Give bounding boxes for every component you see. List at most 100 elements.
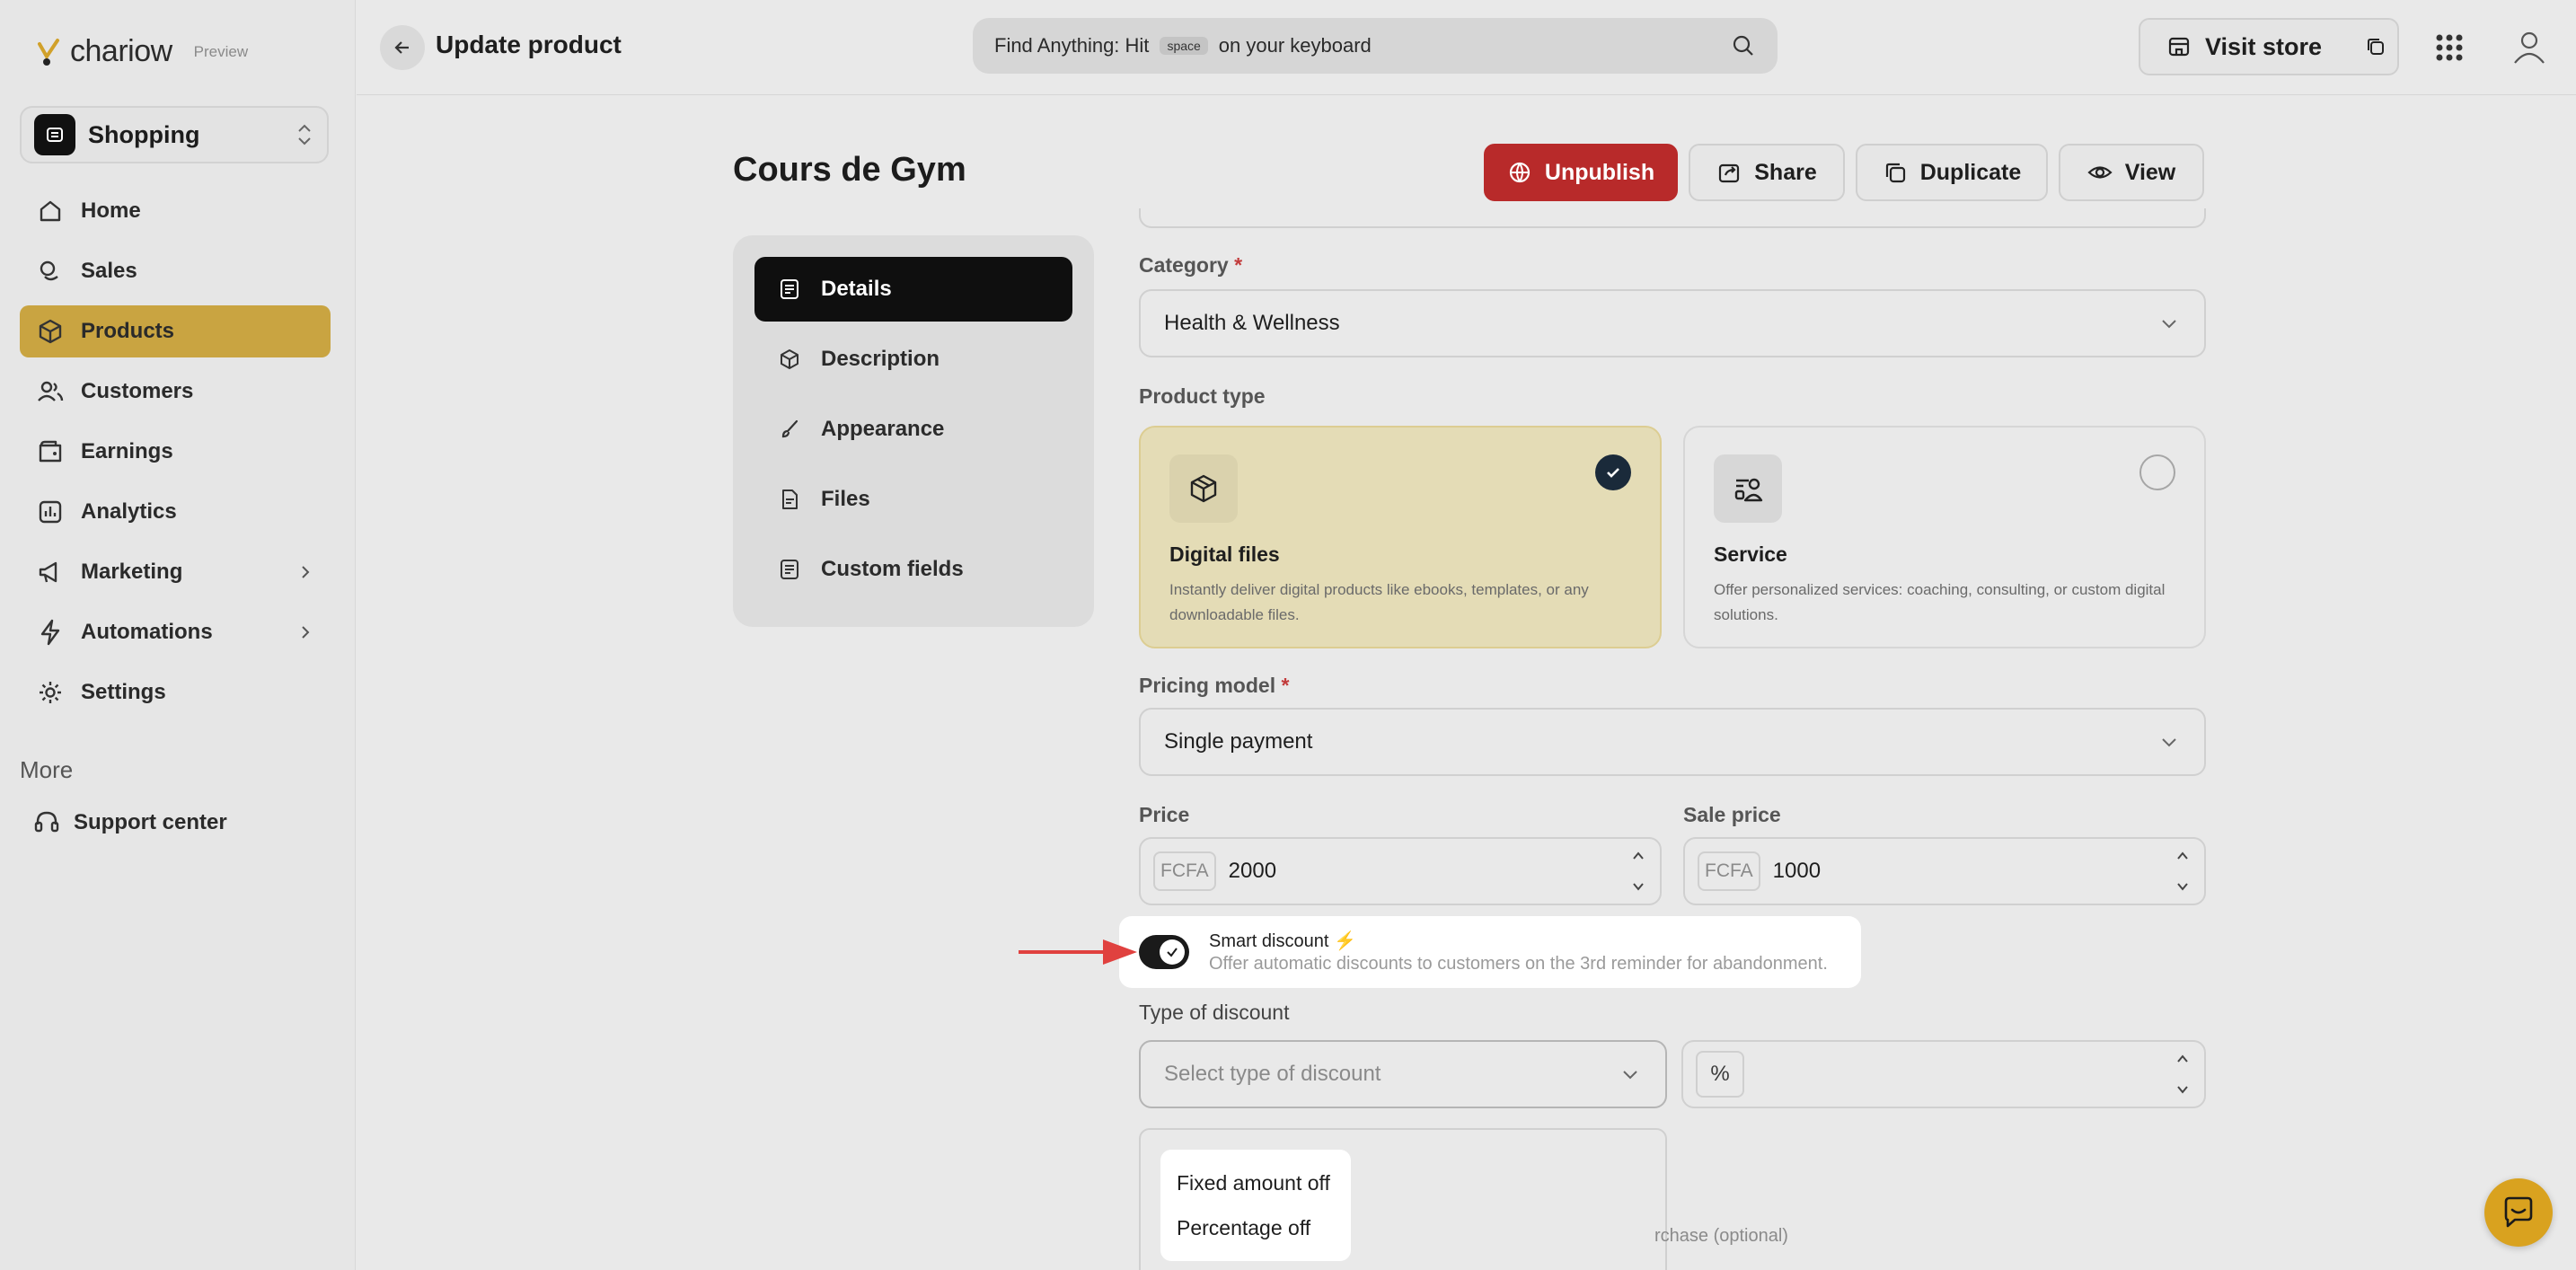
previous-field-edge (1139, 208, 2206, 228)
tab-description[interactable]: Description (754, 327, 1072, 392)
store-switcher[interactable]: Shopping (20, 106, 329, 163)
chart-icon (39, 500, 62, 524)
discount-amount-input[interactable]: % (1681, 1040, 2206, 1108)
sidebar-item-products[interactable]: Products (20, 305, 331, 357)
copy-icon (2368, 39, 2384, 55)
megaphone-icon (39, 561, 57, 583)
globe-off-icon (1509, 162, 1530, 183)
menu-option-percentage-off[interactable]: Percentage off (1160, 1205, 1351, 1250)
unpublish-button[interactable]: Unpublish (1484, 144, 1678, 201)
sidebar-item-label: Sales (81, 259, 137, 283)
sidebar-item-analytics[interactable]: Analytics (20, 486, 331, 538)
chevron-up-icon[interactable] (1629, 850, 1647, 862)
search-shortcut-key: space (1160, 37, 1208, 55)
sidebar-item-label: Marketing (81, 560, 183, 584)
eye-icon (2087, 166, 2113, 179)
sidebar-item-label: Settings (81, 680, 166, 704)
chevron-down-icon[interactable] (2174, 880, 2192, 893)
tab-label: Description (821, 347, 940, 371)
pricing-model-select[interactable]: Single payment (1139, 708, 2206, 776)
product-type-service[interactable]: Service Offer personalized services: coa… (1683, 426, 2206, 648)
discount-type-placeholder: Select type of discount (1164, 1062, 1381, 1086)
search-icon[interactable] (1731, 33, 1756, 58)
product-tabs: Details Description Appearance Files Cus… (733, 235, 1094, 627)
form-icon (781, 560, 798, 579)
box-icon (781, 349, 798, 369)
page-heading: Update product (436, 31, 622, 58)
tab-custom-fields[interactable]: Custom fields (754, 537, 1072, 602)
chevron-up-icon[interactable] (2174, 1053, 2192, 1065)
menu-option-fixed-amount-off[interactable]: Fixed amount off (1160, 1160, 1351, 1205)
sale-price-value: 1000 (1772, 859, 1822, 883)
sidebar-item-settings[interactable]: Settings (20, 666, 331, 719)
view-label: View (2124, 159, 2176, 185)
search-bar[interactable]: Find Anything: Hit space on your keyboar… (973, 18, 1778, 74)
discount-type-select[interactable]: Select type of discount (1139, 1040, 1667, 1108)
price-value: 2000 (1228, 859, 1277, 883)
sidebar-item-home[interactable]: Home (20, 185, 331, 237)
pricing-model-value: Single payment (1164, 729, 1313, 754)
chevron-down-icon[interactable] (1629, 880, 1647, 893)
user-avatar-button[interactable] (2504, 22, 2554, 72)
sidebar-item-marketing[interactable]: Marketing (20, 546, 331, 598)
toggle-knob (1160, 939, 1185, 965)
support-center-link[interactable]: Support center (32, 808, 227, 837)
category-select[interactable]: Health & Wellness (1139, 289, 2206, 357)
tab-label: Files (821, 487, 870, 511)
chevron-updown-icon (298, 124, 311, 146)
coins-icon (40, 260, 58, 281)
product-type-digital-files[interactable]: Digital files Instantly deliver digital … (1139, 426, 1662, 648)
product-type-label: Product type (1139, 384, 1266, 408)
users-icon (38, 381, 64, 401)
list-icon (781, 279, 798, 299)
price-input[interactable]: FCFA 2000 (1139, 837, 1662, 905)
back-button[interactable] (380, 25, 425, 70)
chevron-down-icon (2162, 320, 2176, 329)
tab-appearance[interactable]: Appearance (754, 397, 1072, 462)
view-button[interactable]: View (2059, 144, 2204, 201)
smart-discount-toggle[interactable] (1139, 935, 1189, 969)
currency-badge: FCFA (1698, 851, 1760, 891)
brand[interactable]: chariow Preview (36, 34, 248, 69)
duplicate-button[interactable]: Duplicate (1856, 144, 2048, 201)
tab-label: Details (821, 277, 892, 301)
lightning-icon (40, 619, 60, 646)
discount-type-menu: Fixed amount off Percentage off (1160, 1150, 1351, 1261)
tab-label: Custom fields (821, 557, 964, 581)
box-icon (1169, 454, 1238, 523)
sidebar: chariow Preview Shopping Home Sales Prod… (0, 0, 356, 1270)
box-icon (39, 319, 62, 344)
chevron-right-icon (302, 626, 310, 639)
number-stepper[interactable] (1629, 850, 1647, 893)
share-button[interactable]: Share (1689, 144, 1845, 201)
price-label: Price (1139, 803, 1190, 826)
copy-link-button[interactable] (2358, 29, 2394, 65)
sidebar-item-earnings[interactable]: Earnings (20, 426, 331, 478)
chevron-down-icon (2162, 738, 2176, 747)
support-chat-button[interactable] (2484, 1178, 2553, 1247)
brand-name: chariow (70, 34, 172, 68)
tab-details[interactable]: Details (754, 257, 1072, 322)
sidebar-item-automations[interactable]: Automations (20, 606, 331, 658)
file-icon (782, 489, 798, 509)
sidebar-item-label: Automations (81, 620, 213, 644)
pricing-model-label: Pricing model * (1139, 674, 1290, 697)
chevron-up-icon[interactable] (2174, 850, 2192, 862)
radio-unselected[interactable] (2139, 454, 2175, 490)
sidebar-item-sales[interactable]: Sales (20, 245, 331, 297)
number-stepper[interactable] (2174, 1053, 2192, 1096)
tab-files[interactable]: Files (754, 467, 1072, 532)
sale-price-label: Sale price (1683, 803, 1781, 826)
chevron-right-icon (302, 566, 310, 578)
sale-price-input[interactable]: FCFA 1000 (1683, 837, 2206, 905)
chariow-logo-icon (38, 38, 59, 66)
number-stepper[interactable] (2174, 850, 2192, 893)
sidebar-item-customers[interactable]: Customers (20, 366, 331, 418)
product-type-title: Service (1714, 542, 1787, 566)
apps-grid-button[interactable] (2429, 27, 2470, 68)
smart-discount-title: Smart discount ⚡ (1209, 931, 1356, 951)
annotation-arrow-icon (1019, 939, 1137, 965)
currency-badge: FCFA (1153, 851, 1216, 891)
brush-icon (781, 419, 798, 438)
chevron-down-icon[interactable] (2174, 1083, 2192, 1096)
